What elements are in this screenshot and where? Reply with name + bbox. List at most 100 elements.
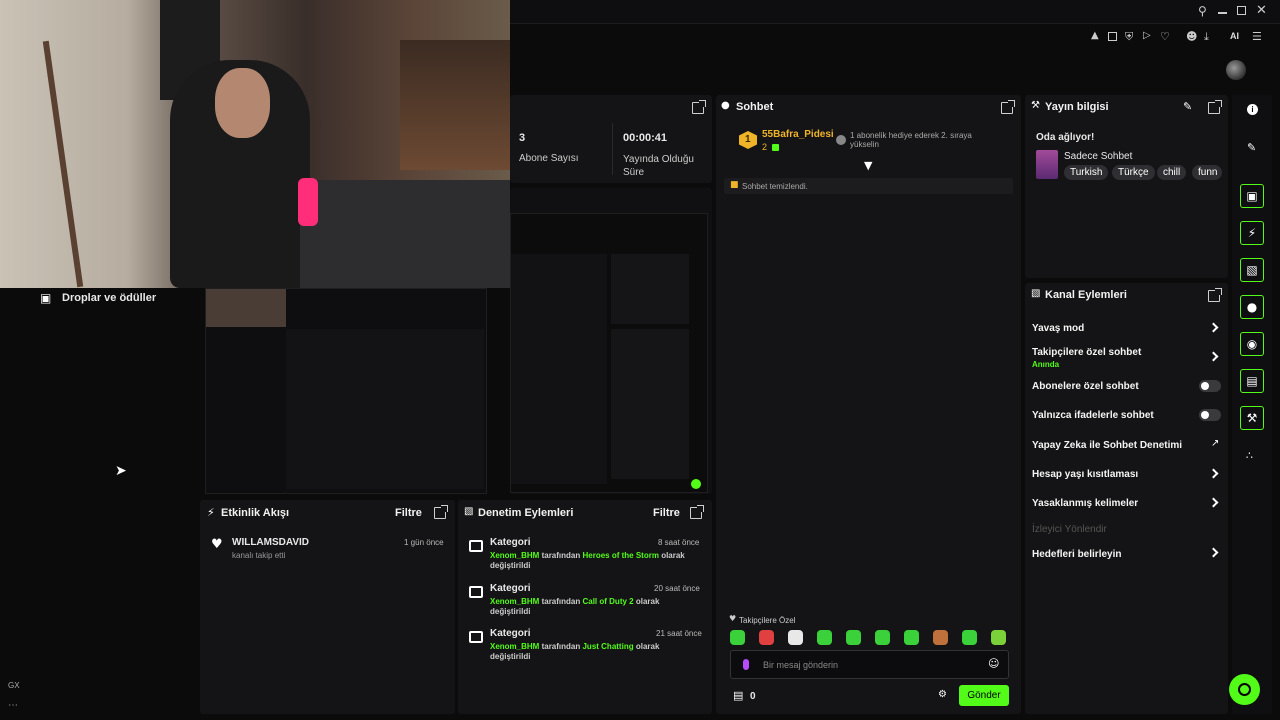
snapshot-icon[interactable]	[1108, 32, 1117, 41]
emote-icon[interactable]	[962, 630, 977, 645]
activity-user[interactable]: WILLAMSDAVID	[232, 537, 309, 548]
account-icon[interactable]: ☻	[1186, 30, 1197, 43]
moderation-filter-button[interactable]: Filtre	[653, 507, 680, 519]
lamp-stand	[42, 40, 84, 288]
followers-chat-label[interactable]: Takipçilere özel sohbet	[1032, 347, 1141, 358]
emoji-icon[interactable]: ☺	[988, 657, 999, 670]
tag-pill[interactable]: Türkçe	[1112, 165, 1155, 180]
avatar[interactable]	[1226, 60, 1246, 80]
popout-icon[interactable]	[690, 505, 704, 519]
support-button[interactable]	[1229, 674, 1260, 705]
bubbles-icon[interactable]: ∴	[1246, 449, 1253, 462]
mod-item-time: 20 saat önce	[654, 584, 700, 593]
popout-icon[interactable]	[1001, 100, 1015, 114]
mod-item-end2: değiştirildi	[490, 561, 531, 570]
mod-item-user[interactable]: Xenom_BHM	[490, 597, 539, 606]
stream-preview-panel	[510, 188, 712, 494]
stream-info-panel: ⚒ Yayın bilgisi ✎ Oda ağlıyor! Sadece So…	[1025, 95, 1228, 278]
heart-small-icon: ♥	[729, 614, 737, 623]
edit-icon[interactable]: ✎	[1247, 141, 1256, 154]
settings-icon[interactable]: ⚙	[938, 689, 947, 700]
collapse-icon[interactable]: ▼	[864, 159, 872, 172]
emote-icon[interactable]	[846, 630, 861, 645]
mod-item-end2: değiştirildi	[490, 607, 531, 616]
screenshot-icon[interactable]: ▣	[1240, 184, 1264, 208]
emote-icon[interactable]	[875, 630, 890, 645]
activity-filter-button[interactable]: Filtre	[395, 507, 422, 519]
external-link-icon[interactable]: ↗	[1211, 438, 1219, 449]
cleared-text: Sohbet temizlendi.	[742, 182, 808, 191]
category-name[interactable]: Sadece Sohbet	[1064, 151, 1132, 162]
moderation-icon[interactable]: ▤	[1240, 369, 1264, 393]
top-gifter-name[interactable]: 55Bafra_Pidesi	[762, 129, 834, 140]
send-button[interactable]: Gönder	[959, 685, 1009, 706]
notes-icon[interactable]: ▧	[1240, 258, 1264, 282]
tag-pill[interactable]: chill	[1157, 165, 1187, 180]
mod-item-detail: Xenom_BHM tarafından Just Chatting olara…	[490, 642, 702, 662]
mic-icon[interactable]	[743, 659, 749, 670]
emote-icon[interactable]	[730, 630, 745, 645]
search-icon[interactable]: ⚲	[1198, 4, 1207, 18]
minimize-icon[interactable]	[1218, 12, 1227, 14]
restore-icon[interactable]	[1237, 6, 1246, 15]
slow-mode-label[interactable]: Yavaş mod	[1032, 323, 1084, 334]
mod-item-user[interactable]: Xenom_BHM	[490, 551, 539, 560]
stream-info-title: Yayın bilgisi	[1045, 101, 1109, 113]
nested-panels	[286, 329, 484, 489]
points-value: 0	[750, 691, 756, 702]
mod-item-target[interactable]: Call of Duty 2	[582, 597, 633, 606]
popout-icon[interactable]	[434, 505, 448, 519]
emote-icon[interactable]	[933, 630, 948, 645]
ai-button[interactable]: AI	[1230, 31, 1239, 41]
chat-input[interactable]: Bir mesaj gönderin ☺	[730, 650, 1009, 679]
more-icon[interactable]: ⋯	[8, 700, 18, 711]
subs-chat-label[interactable]: Abonelere özel sohbet	[1032, 381, 1139, 392]
uptime-label: Yayında Olduğu Süre	[623, 154, 694, 178]
emote-icon[interactable]	[759, 630, 774, 645]
subs-chat-toggle[interactable]	[1199, 380, 1221, 392]
shield-icon[interactable]: ⛨	[1125, 30, 1133, 44]
download-icon[interactable]: ⤓	[1204, 30, 1209, 44]
tag-pill[interactable]: funn	[1192, 165, 1222, 180]
activity-title: Etkinlik Akışı	[221, 507, 290, 519]
emote-row	[730, 630, 1010, 645]
mod-item-user[interactable]: Xenom_BHM	[490, 642, 539, 651]
tag-pill[interactable]: Turkish	[1064, 165, 1109, 180]
emotes-chat-label[interactable]: Yalnızca ifadelerle sohbet	[1032, 410, 1154, 421]
followers-chat-sub: Anında	[1032, 360, 1060, 369]
trash-icon: ■	[730, 180, 739, 190]
emote-icon[interactable]	[817, 630, 832, 645]
headset-icon	[1238, 683, 1251, 696]
set-goals-label[interactable]: Hedefleri belirleyin	[1032, 549, 1121, 560]
pink-mic	[298, 178, 318, 226]
play-icon[interactable]: ▷	[1143, 30, 1151, 41]
chat-input-placeholder: Bir mesaj gönderin	[763, 660, 839, 670]
account-age-label[interactable]: Hesap yaşı kısıtlaması	[1032, 469, 1138, 480]
mod-item-target[interactable]: Just Chatting	[582, 642, 633, 651]
banned-words-label[interactable]: Yasaklanmış kelimeler	[1032, 498, 1138, 509]
heart-icon[interactable]: ♡	[1160, 30, 1170, 43]
edit-icon[interactable]: ✎	[1183, 100, 1192, 113]
broadcast-icon[interactable]: ◉	[1240, 332, 1264, 356]
emote-icon[interactable]	[991, 630, 1006, 645]
menu-icon[interactable]: ☰	[1252, 30, 1262, 43]
category-thumbnail	[1036, 150, 1058, 179]
close-icon[interactable]: ✕	[1256, 3, 1267, 18]
top-gifter-count: 2	[762, 142, 768, 152]
emote-icon[interactable]	[788, 630, 803, 645]
emotes-chat-toggle[interactable]	[1199, 409, 1221, 421]
popout-icon[interactable]	[1208, 100, 1222, 114]
wrench-icon[interactable]: ⚒	[1240, 406, 1264, 430]
pin-icon[interactable]: ▲	[1091, 30, 1099, 41]
chat-icon[interactable]: ●	[1240, 295, 1264, 319]
info-icon[interactable]: i	[1247, 104, 1258, 115]
popout-icon[interactable]	[1208, 288, 1222, 302]
extensions-bar: ▲ ⛨ ▷ ♡ ☻ ⤓ AI ☰	[1085, 30, 1270, 46]
mod-item-mid: tarafından	[541, 551, 581, 560]
emote-icon[interactable]	[904, 630, 919, 645]
notes-icon: ▧	[1031, 288, 1041, 299]
lightning-icon[interactable]: ⚡	[1240, 221, 1264, 245]
popout-icon[interactable]	[692, 100, 706, 114]
mod-item-target[interactable]: Heroes of the Storm	[582, 551, 658, 560]
ai-moderation-label[interactable]: Yapay Zeka ile Sohbet Denetimi	[1032, 440, 1182, 451]
